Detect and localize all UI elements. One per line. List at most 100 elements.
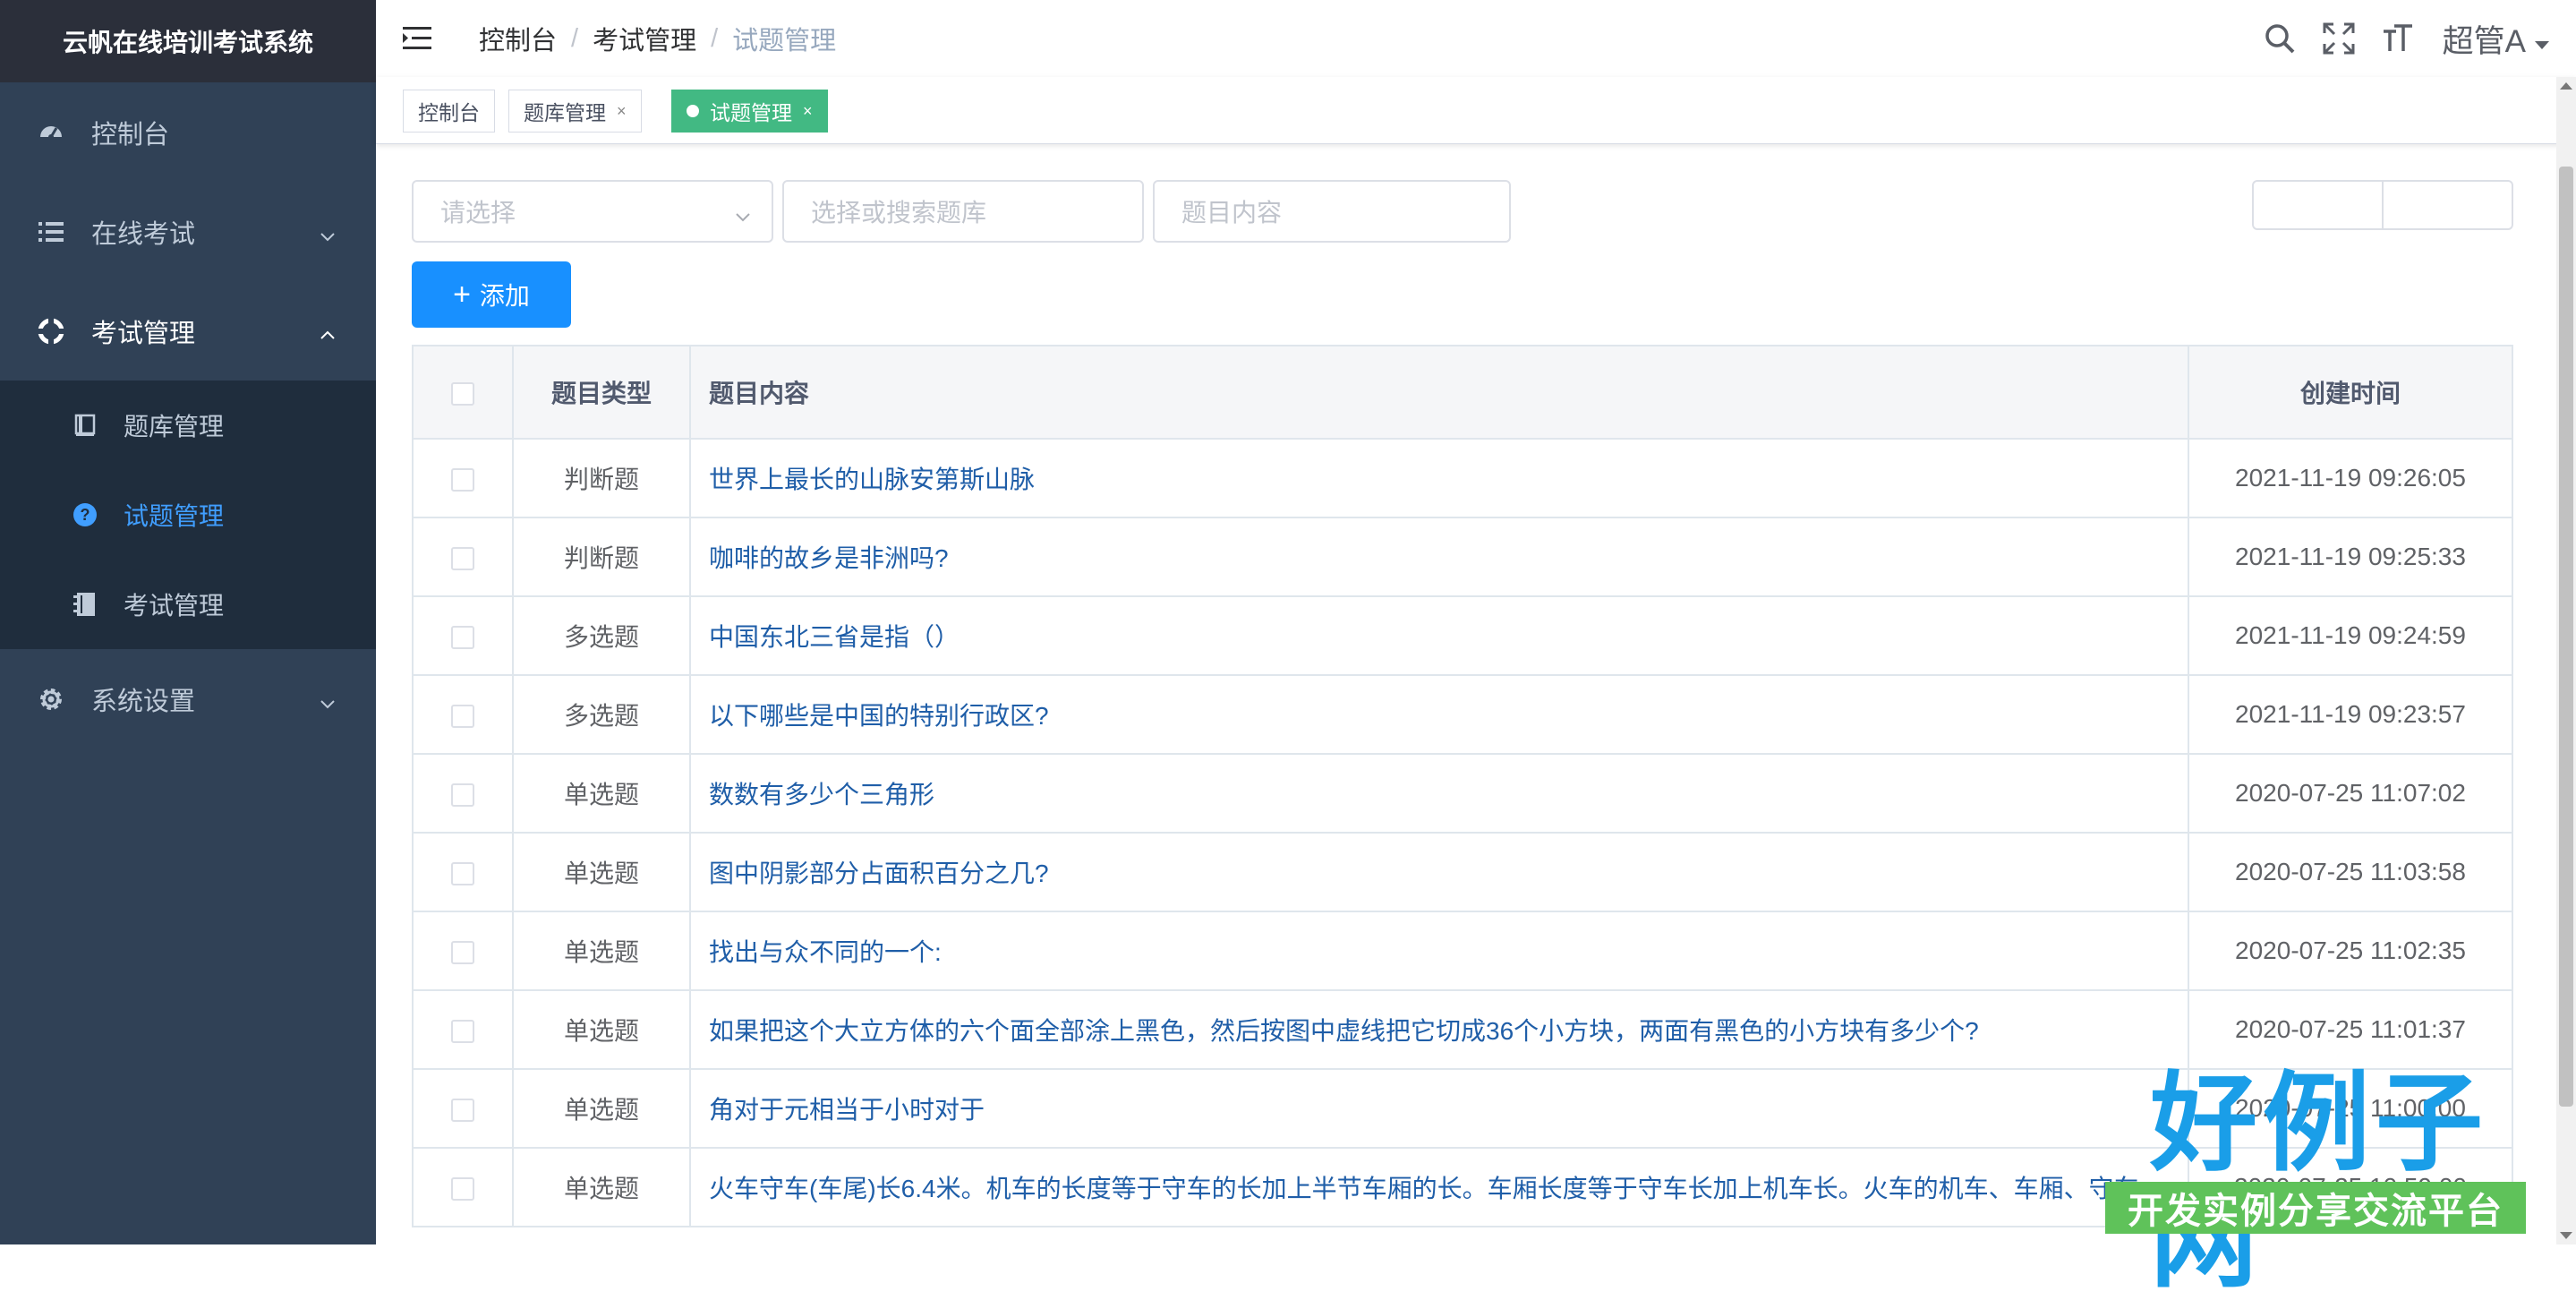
- select-all-cell: [412, 345, 514, 440]
- question-type-cell: 单选题: [512, 753, 691, 834]
- component-icon: [36, 316, 66, 346]
- question-table: 题目类型 题目内容 创建时间 判断题 世界上最长的山脉安第斯山脉 2021-11…: [412, 345, 2513, 1227]
- toolbar-button[interactable]: [2252, 180, 2384, 230]
- table-row[interactable]: 单选题 角对于元相当于小时对于 2020-07-25 11:00:00: [412, 1068, 2513, 1149]
- question-type-select[interactable]: 请选择: [412, 180, 773, 243]
- table-row[interactable]: 单选题 找出与众不同的一个: 2020-07-25 11:02:35: [412, 911, 2513, 991]
- question-content-link[interactable]: 以下哪些是中国的特别行政区?: [689, 674, 2189, 755]
- sidebar-item-label: 考试管理: [124, 592, 225, 620]
- user-dropdown[interactable]: 超管A: [2443, 16, 2549, 62]
- page-scrollbar[interactable]: [2556, 77, 2576, 1244]
- question-type-cell: 多选题: [512, 595, 691, 676]
- created-time-cell: 2020-07-25 11:03:58: [2188, 832, 2513, 912]
- breadcrumb-item[interactable]: 控制台: [479, 20, 557, 57]
- row-checkbox[interactable]: [451, 1098, 474, 1122]
- question-content-link[interactable]: 中国东北三省是指（）: [689, 595, 2189, 676]
- sidebar-item-dashboard[interactable]: 控制台: [0, 82, 376, 182]
- select-all-checkbox[interactable]: [451, 381, 474, 406]
- sidebar-item-online-exam[interactable]: 在线考试: [0, 182, 376, 281]
- chevron-down-icon: [319, 690, 337, 708]
- breadcrumb-separator: /: [711, 23, 719, 53]
- tag-question-bank[interactable]: 题库管理 ×: [508, 90, 642, 133]
- active-dot-icon: [687, 105, 699, 117]
- question-type-cell: 单选题: [512, 1147, 691, 1227]
- table-row[interactable]: 单选题 火车守车(车尾)长6.4米。机车的长度等于守车的长加上半节车厢的长。车厢…: [412, 1147, 2513, 1227]
- scroll-up-icon[interactable]: [2560, 82, 2572, 90]
- tag-dashboard[interactable]: 控制台: [403, 90, 495, 133]
- table-row[interactable]: 多选题 中国东北三省是指（） 2021-11-19 09:24:59: [412, 595, 2513, 676]
- row-checkbox-cell: [412, 674, 514, 755]
- tag-question-management[interactable]: 试题管理 ×: [671, 90, 828, 133]
- sidebar-item-label: 题库管理: [124, 413, 225, 440]
- question-content-link[interactable]: 如果把这个大立方体的六个面全部涂上黑色，然后按图中虚线把它切成36个小方块，两面…: [689, 989, 2189, 1070]
- sidebar-item-exam-management[interactable]: 考试管理: [0, 281, 376, 381]
- row-checkbox[interactable]: [451, 1176, 474, 1201]
- question-type-cell: 单选题: [512, 911, 691, 991]
- chevron-down-icon: [319, 223, 337, 241]
- question-content-link[interactable]: 角对于元相当于小时对于: [689, 1068, 2189, 1149]
- fullscreen-icon[interactable]: [2321, 21, 2357, 56]
- search-icon[interactable]: [2262, 21, 2298, 56]
- exam-management-submenu: 题库管理 ? 试题管理 考试管理: [0, 381, 376, 649]
- table-row[interactable]: 判断题 咖啡的故乡是非洲吗? 2021-11-19 09:25:33: [412, 517, 2513, 597]
- sidebar-item-label: 控制台: [91, 120, 170, 150]
- sidebar-item-system-settings[interactable]: 系统设置: [0, 649, 376, 748]
- row-checkbox[interactable]: [451, 467, 474, 492]
- content-search-input[interactable]: 题目内容: [1153, 180, 1511, 243]
- question-content-link[interactable]: 火车守车(车尾)长6.4米。机车的长度等于守车的长加上半节车厢的长。车厢长度等于…: [689, 1147, 2189, 1227]
- sidebar-item-question-bank[interactable]: 题库管理: [0, 381, 376, 470]
- question-content-link[interactable]: 数数有多少个三角形: [689, 753, 2189, 834]
- row-checkbox[interactable]: [451, 704, 474, 728]
- created-time-cell: 2021-11-19 09:24:59: [2188, 595, 2513, 676]
- row-checkbox[interactable]: [451, 940, 474, 964]
- question-content-link[interactable]: 图中阴影部分占面积百分之几?: [689, 832, 2189, 912]
- select-placeholder: 请选择: [440, 199, 516, 227]
- column-header-content[interactable]: 题目内容: [689, 345, 2189, 440]
- tag-label: 控制台: [418, 101, 480, 124]
- row-checkbox[interactable]: [451, 783, 474, 807]
- scroll-down-icon[interactable]: [2560, 1232, 2572, 1239]
- breadcrumb-item[interactable]: 考试管理: [593, 20, 696, 57]
- created-time-cell: 2020-07-25 11:07:02: [2188, 753, 2513, 834]
- toolbar-button[interactable]: [2384, 180, 2513, 230]
- repo-search-input[interactable]: 选择或搜索题库: [782, 180, 1144, 243]
- row-checkbox[interactable]: [451, 625, 474, 649]
- row-checkbox[interactable]: [451, 546, 474, 570]
- created-time-cell: 2021-11-19 09:25:33: [2188, 517, 2513, 597]
- question-content-link[interactable]: 找出与众不同的一个:: [689, 911, 2189, 991]
- hamburger-icon[interactable]: [403, 23, 433, 54]
- dashboard-icon: [36, 117, 66, 148]
- svg-text:?: ?: [81, 506, 90, 524]
- question-type-cell: 单选题: [512, 989, 691, 1070]
- close-icon[interactable]: ×: [803, 102, 813, 121]
- question-content-link[interactable]: 世界上最长的山脉安第斯山脉: [689, 438, 2189, 518]
- add-button[interactable]: + 添加: [412, 261, 571, 328]
- sidebar-item-question-management[interactable]: ? 试题管理: [0, 470, 376, 560]
- scrollbar-thumb[interactable]: [2559, 167, 2573, 1107]
- column-header-time[interactable]: 创建时间: [2188, 345, 2513, 440]
- column-header-type[interactable]: 题目类型: [512, 345, 691, 440]
- row-checkbox-cell: [412, 832, 514, 912]
- table-row[interactable]: 单选题 图中阴影部分占面积百分之几? 2020-07-25 11:03:58: [412, 832, 2513, 912]
- sidebar-item-exam-list[interactable]: 考试管理: [0, 560, 376, 649]
- list-icon: [36, 217, 66, 247]
- navbar-right-menu: 超管A: [2239, 0, 2549, 77]
- main-content: 请选择 选择或搜索题库 题目内容 + 添加 题目类型 题目内容 创建时间 判断题…: [376, 143, 2576, 1244]
- tag-label: 试题管理: [710, 101, 792, 124]
- gear-icon: [36, 684, 66, 714]
- font-size-icon[interactable]: [2380, 21, 2416, 56]
- question-type-cell: 单选题: [512, 1068, 691, 1149]
- table-row[interactable]: 多选题 以下哪些是中国的特别行政区? 2021-11-19 09:23:57: [412, 674, 2513, 755]
- question-content-link[interactable]: 咖啡的故乡是非洲吗?: [689, 517, 2189, 597]
- row-checkbox[interactable]: [451, 1019, 474, 1043]
- row-checkbox-cell: [412, 517, 514, 597]
- close-icon[interactable]: ×: [617, 102, 627, 121]
- input-placeholder: 题目内容: [1181, 199, 1283, 227]
- top-navbar: 控制台 / 考试管理 / 试题管理 超管A: [376, 0, 2576, 77]
- table-row[interactable]: 判断题 世界上最长的山脉安第斯山脉 2021-11-19 09:26:05: [412, 438, 2513, 518]
- row-checkbox[interactable]: [451, 861, 474, 885]
- question-type-cell: 多选题: [512, 674, 691, 755]
- table-row[interactable]: 单选题 如果把这个大立方体的六个面全部涂上黑色，然后按图中虚线把它切成36个小方…: [412, 989, 2513, 1070]
- table-row[interactable]: 单选题 数数有多少个三角形 2020-07-25 11:07:02: [412, 753, 2513, 834]
- app-title: 云帆在线培训考试系统: [0, 0, 376, 82]
